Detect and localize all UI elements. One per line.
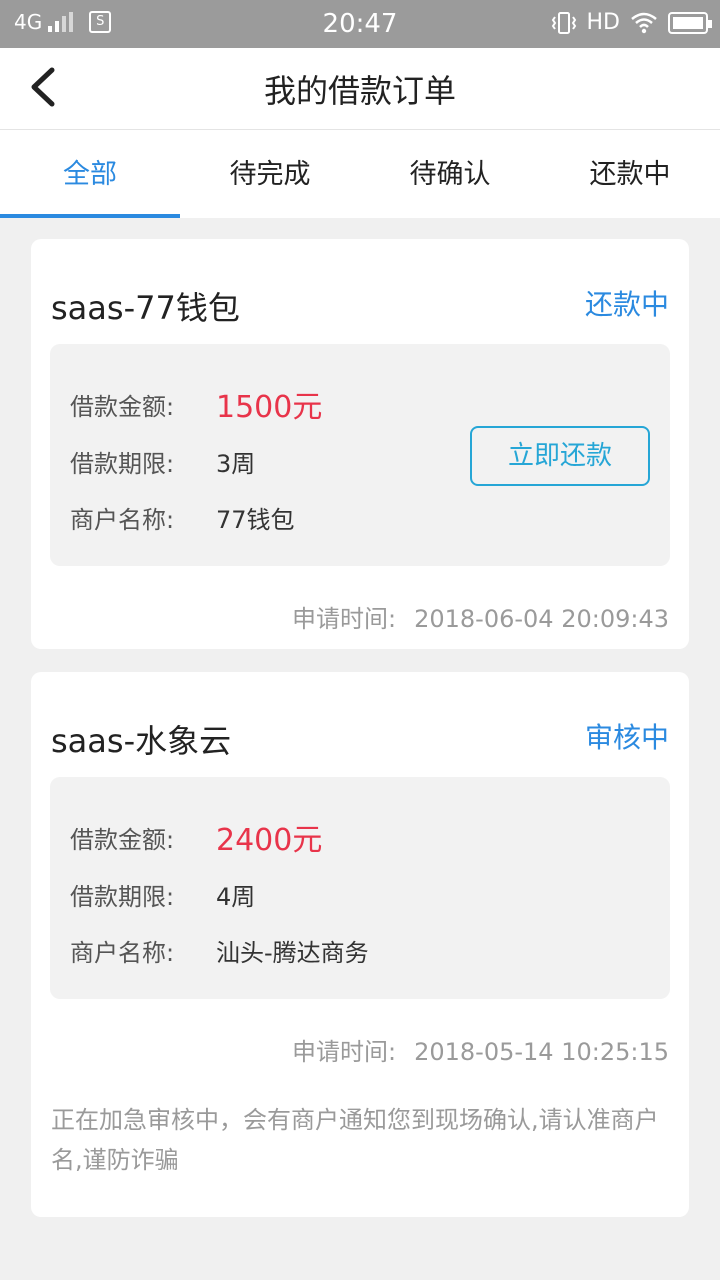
apply-time-label: 申请时间:	[292, 605, 397, 633]
order-card[interactable]: saas-水象云 审核中 借款金额: 2400元 借款期限: 4周 商户名称: …	[31, 672, 689, 1217]
term-value: 3周	[216, 450, 256, 478]
amount-label: 借款金额:	[70, 825, 175, 854]
merchant-row: 商户名称: 77钱包	[70, 500, 295, 535]
order-name: saas-水象云	[51, 722, 232, 760]
apply-time-value: 2018-05-14 10:25:15	[414, 1038, 669, 1066]
merchant-row: 商户名称: 汕头-腾达商务	[70, 933, 369, 968]
amount-value: 1500元	[216, 390, 323, 425]
tab-to-confirm[interactable]: 待确认	[360, 130, 540, 218]
tab-pending[interactable]: 待完成	[180, 130, 360, 218]
tab-bar: 全部 待完成 待确认 还款中	[0, 130, 720, 218]
amount-row: 借款金额: 1500元	[70, 382, 322, 426]
status-right: HD	[551, 10, 712, 35]
term-label: 借款期限:	[70, 883, 175, 911]
term-label: 借款期限:	[70, 450, 175, 478]
apply-time: 申请时间: 2018-06-04 20:09:43	[292, 599, 669, 634]
hd-indicator: HD	[586, 10, 620, 35]
order-info-box: 借款金额: 1500元 借款期限: 3周 商户名称: 77钱包 立即还款	[50, 344, 670, 566]
merchant-value: 汕头-腾达商务	[216, 939, 369, 967]
amount-row: 借款金额: 2400元	[70, 815, 322, 859]
merchant-label: 商户名称:	[70, 506, 175, 534]
order-status: 还款中	[584, 288, 669, 321]
wifi-icon	[631, 12, 657, 33]
tab-all[interactable]: 全部	[0, 130, 180, 218]
apply-time-value: 2018-06-04 20:09:43	[414, 605, 669, 633]
vibrate-icon	[551, 11, 576, 34]
nav-bar: 我的借款订单	[0, 48, 720, 130]
term-value: 4周	[216, 883, 256, 911]
tab-repaying[interactable]: 还款中	[540, 130, 720, 218]
order-info-box: 借款金额: 2400元 借款期限: 4周 商户名称: 汕头-腾达商务	[50, 777, 670, 999]
merchant-label: 商户名称:	[70, 939, 175, 967]
term-row: 借款期限: 4周	[70, 877, 255, 912]
order-card[interactable]: saas-77钱包 还款中 借款金额: 1500元 借款期限: 3周 商户名称:…	[31, 239, 689, 649]
battery-icon	[668, 11, 712, 34]
term-row: 借款期限: 3周	[70, 444, 255, 479]
review-notice: 正在加急审核中，会有商户通知您到现场确认,请认准商户名,谨防诈骗	[51, 1106, 659, 1174]
order-status: 审核中	[584, 721, 669, 754]
apply-time: 申请时间: 2018-05-14 10:25:15	[292, 1032, 669, 1067]
amount-label: 借款金额:	[70, 392, 175, 421]
amount-value: 2400元	[216, 823, 323, 858]
apply-time-label: 申请时间:	[292, 1038, 397, 1066]
page-title: 我的借款订单	[263, 72, 456, 110]
merchant-value: 77钱包	[216, 506, 295, 534]
order-name: saas-77钱包	[51, 289, 240, 327]
repay-now-button[interactable]: 立即还款	[470, 426, 650, 486]
status-bar: 4G S 20:47 HD	[0, 0, 720, 48]
